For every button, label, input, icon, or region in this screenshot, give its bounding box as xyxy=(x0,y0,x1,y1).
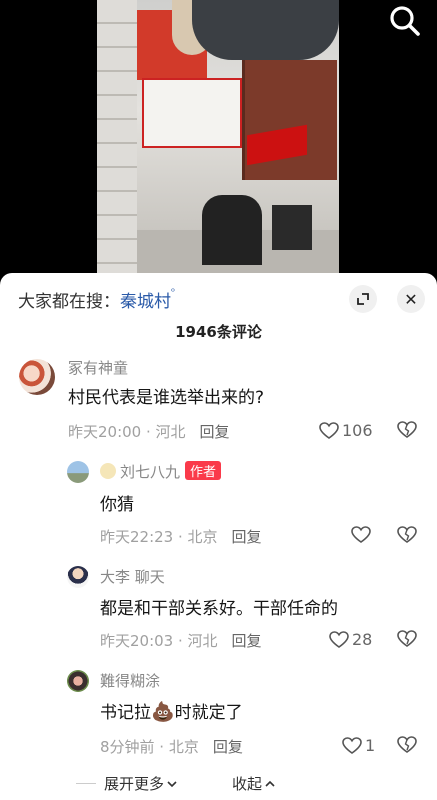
show-more-button[interactable]: 展开更多 xyxy=(104,773,178,794)
comment-text-before: 书记拉 xyxy=(100,703,151,723)
poop-emoji: 💩 xyxy=(151,701,175,723)
comment-footer: 展开更多 收起 xyxy=(0,773,437,800)
chevron-up-icon xyxy=(265,780,275,787)
like-count: 106 xyxy=(342,421,373,440)
heart-icon xyxy=(319,421,339,439)
hot-search-prefix: 大家都在搜： xyxy=(18,292,120,312)
comment-time-location: 昨天20:03 · 河北 xyxy=(100,632,218,650)
heart-icon xyxy=(351,526,371,543)
show-more-label: 展开更多 xyxy=(104,775,165,793)
search-small-icon: ᵒ xyxy=(171,287,176,298)
chevron-down-icon xyxy=(167,781,177,788)
notice-board xyxy=(142,78,242,148)
reply-button[interactable]: 回复 xyxy=(232,528,262,546)
avatar[interactable] xyxy=(67,566,89,588)
avatar[interactable] xyxy=(67,461,89,483)
like-count: 1 xyxy=(365,736,376,755)
avatar[interactable] xyxy=(67,670,89,692)
comment-text: 都是和干部关系好。干部任命的 xyxy=(100,599,338,619)
dislike-button[interactable] xyxy=(397,630,417,652)
comment-time-location: 8分钟前 · 北京 xyxy=(100,738,199,756)
dislike-button[interactable] xyxy=(397,526,417,548)
broken-heart-icon xyxy=(397,736,417,753)
comment-username[interactable]: 大李 聊天 xyxy=(100,566,165,587)
comment-item: 刘七八九 作者 你猜 昨天22:23 · 北京 回复 xyxy=(0,461,437,551)
author-tag: 作者 xyxy=(185,461,222,480)
comment-meta: 昨天20:03 · 河北 回复 xyxy=(100,630,262,651)
hot-search-bar[interactable]: 大家都在搜：秦城村ᵒ xyxy=(18,287,175,312)
smiley-icon xyxy=(100,463,116,479)
like-count: 28 xyxy=(352,630,373,649)
expand-icon xyxy=(357,293,369,305)
reply-button[interactable]: 回复 xyxy=(232,632,262,650)
close-icon: ✕ xyxy=(404,289,418,309)
collapse-label: 收起 xyxy=(232,775,263,793)
username-text: 刘七八九 xyxy=(120,463,181,481)
wall-tiles xyxy=(97,0,137,275)
broken-heart-icon xyxy=(397,630,417,647)
hot-search-keyword[interactable]: 秦城村 xyxy=(120,292,171,312)
comment-item: 冢有神童 村民代表是谁选举出来的? 昨天20:00 · 河北 回复 106 xyxy=(0,357,437,447)
expand-button[interactable] xyxy=(349,285,377,313)
avatar[interactable] xyxy=(19,359,55,395)
like-button[interactable]: 28 xyxy=(329,630,372,649)
comment-username[interactable]: 冢有神童 xyxy=(68,357,128,378)
broken-heart-icon xyxy=(397,421,417,438)
comment-panel: 大家都在搜：秦城村ᵒ ✕ 1946条评论 冢有神童 村民代表是谁选举出来的? 昨… xyxy=(0,273,437,800)
video-player[interactable] xyxy=(0,0,437,275)
like-button[interactable]: 106 xyxy=(319,421,373,440)
comment-username[interactable]: 難得糊涂 xyxy=(100,670,160,691)
comment-text: 你猜 xyxy=(100,495,134,515)
person-standing xyxy=(202,195,262,265)
dislike-button[interactable] xyxy=(397,736,417,758)
dislike-button[interactable] xyxy=(397,421,417,443)
video-frame xyxy=(97,0,339,275)
person-background xyxy=(272,205,312,250)
collapse-button[interactable]: 收起 xyxy=(232,773,276,794)
comment-meta: 8分钟前 · 北京 回复 xyxy=(100,736,243,757)
reply-button[interactable]: 回复 xyxy=(200,423,230,441)
person-foreground xyxy=(192,0,339,60)
comment-username[interactable]: 刘七八九 作者 xyxy=(100,461,222,482)
search-icon[interactable] xyxy=(388,4,422,38)
comment-item: 難得糊涂 书记拉💩时就定了 8分钟前 · 北京 回复 1 xyxy=(0,670,437,765)
comment-meta: 昨天20:00 · 河北 回复 xyxy=(68,421,230,442)
comment-time-location: 昨天20:00 · 河北 xyxy=(68,423,186,441)
comment-text-after: 时就定了 xyxy=(174,703,243,723)
like-button[interactable]: 1 xyxy=(342,736,375,755)
comment-time-location: 昨天22:23 · 北京 xyxy=(100,528,218,546)
close-button[interactable]: ✕ xyxy=(397,285,425,313)
reply-button[interactable]: 回复 xyxy=(213,738,243,756)
like-button[interactable] xyxy=(351,526,374,544)
heart-icon xyxy=(329,630,349,648)
broken-heart-icon xyxy=(397,526,417,543)
comment-count: 1946条评论 xyxy=(175,323,262,341)
comment-item: 大李 聊天 都是和干部关系好。干部任命的 昨天20:03 · 河北 回复 28 xyxy=(0,566,437,656)
divider xyxy=(76,783,96,784)
comment-text: 村民代表是谁选举出来的? xyxy=(68,388,265,408)
heart-icon xyxy=(342,736,362,754)
comment-text: 书记拉💩时就定了 xyxy=(100,698,243,723)
comment-meta: 昨天22:23 · 北京 回复 xyxy=(100,526,262,547)
